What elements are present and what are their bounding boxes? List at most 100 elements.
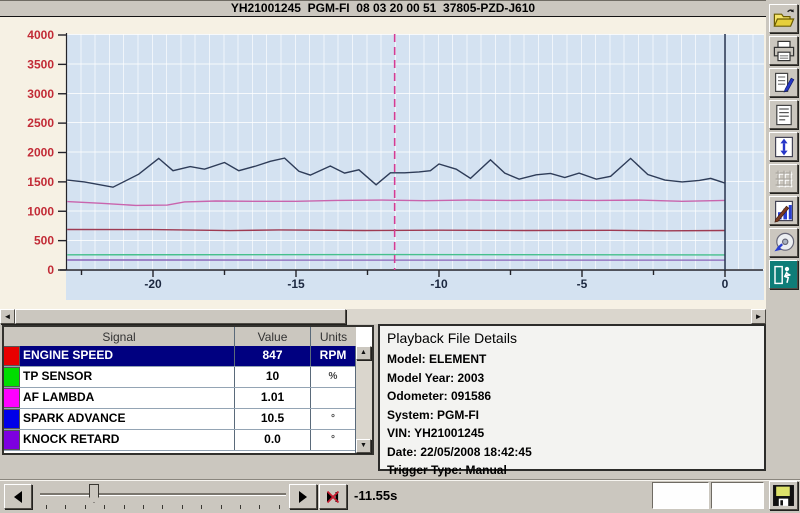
status-cell-2 (711, 482, 764, 509)
step-back-button[interactable] (4, 484, 32, 509)
slider-tick (46, 505, 47, 509)
print-button[interactable] (769, 36, 798, 65)
open-file-button[interactable] (769, 4, 798, 33)
signal-name: KNOCK RETARD (20, 430, 235, 450)
cd-disc-icon (772, 231, 796, 255)
signal-units: % (311, 367, 355, 387)
scroll-right-button[interactable]: ► (751, 309, 766, 324)
print-data-button[interactable] (769, 68, 798, 97)
grid-view-button[interactable] (769, 164, 798, 193)
playback-slider-thumb[interactable] (89, 484, 99, 503)
signal-table: Signal Value Units ENGINE SPEED847RPMTP … (2, 325, 374, 455)
skip-to-end-button[interactable] (319, 484, 347, 509)
signal-units: RPM (311, 346, 355, 366)
title-bar: YH21001245 PGM-FI 08 03 20 00 51 37805-P… (0, 0, 766, 18)
graph-pencil-icon (772, 199, 796, 223)
slider-tick (240, 505, 241, 509)
scroll-left-button[interactable]: ◄ (0, 309, 15, 324)
detail-line: VIN: YH21001245 (387, 424, 764, 443)
header-units: Units (311, 327, 356, 346)
play-button[interactable] (289, 484, 317, 509)
view-report-button[interactable] (769, 100, 798, 129)
svg-text:-5: -5 (577, 277, 588, 291)
chart-canvas: 40003500300025002000150010005000-20-15-1… (0, 17, 766, 309)
signal-name: ENGINE SPEED (20, 346, 235, 366)
vertical-scale-arrows-icon (772, 135, 796, 159)
signal-row-tp-sensor[interactable]: TP SENSOR10% (4, 367, 356, 388)
details-title: Playback File Details (387, 330, 764, 346)
playback-slider-track[interactable] (40, 493, 286, 495)
signal-value: 1.01 (235, 388, 311, 408)
status-cell-1 (652, 482, 709, 509)
data-page-pen-icon (772, 71, 796, 95)
detail-line: System: PGM-FI (387, 406, 764, 425)
slider-tick (221, 505, 222, 509)
slider-tick (65, 505, 66, 509)
save-snapshot-button[interactable] (769, 481, 798, 510)
signal-value: 10 (235, 367, 311, 387)
detail-line: Date: 22/05/2008 18:42:45 (387, 443, 764, 462)
svg-text:500: 500 (34, 234, 54, 248)
signal-color-swatch (4, 430, 20, 450)
skip-end-cancel-icon (324, 488, 342, 506)
slider-tick (143, 505, 144, 509)
svg-text:2500: 2500 (27, 116, 54, 130)
svg-text:3000: 3000 (27, 87, 54, 101)
signal-row-engine-speed[interactable]: ENGINE SPEED847RPM (4, 346, 356, 367)
save-to-disk-button[interactable] (769, 228, 798, 257)
svg-text:-20: -20 (144, 277, 162, 291)
detail-line: Odometer: 091586 (387, 387, 764, 406)
signal-row-af-lambda[interactable]: AF LAMBDA1.01 (4, 388, 356, 409)
detail-line: Model: ELEMENT (387, 350, 764, 369)
signal-name: AF LAMBDA (20, 388, 235, 408)
svg-text:1500: 1500 (27, 175, 54, 189)
grid-icon (772, 167, 796, 191)
floppy-disk-icon (772, 484, 795, 507)
slider-tick (279, 505, 280, 509)
signal-color-swatch (4, 346, 20, 366)
edit-graph-button[interactable] (769, 196, 798, 225)
svg-text:1000: 1000 (27, 204, 54, 218)
report-list-icon (772, 103, 796, 127)
navy-trace (67, 158, 725, 187)
signal-units: ° (311, 409, 355, 429)
table-scroll-up-button[interactable]: ▲ (356, 346, 371, 360)
slider-tick (259, 505, 260, 509)
signal-table-header: Signal Value Units (4, 327, 356, 347)
svg-text:0: 0 (722, 277, 729, 291)
scrollbar-thumb[interactable] (15, 309, 346, 324)
horizontal-scrollbar[interactable]: ◄ ► (0, 309, 766, 324)
back-arrow-icon (10, 489, 26, 505)
toolbar (766, 0, 800, 512)
slider-tick (124, 505, 125, 509)
svg-text:-15: -15 (287, 277, 305, 291)
header-value: Value (235, 327, 311, 346)
detail-line: Trigger Type: Manual (387, 461, 764, 480)
playback-file-details-panel: Playback File Details Model: ELEMENTMode… (378, 324, 766, 471)
slider-tick (182, 505, 183, 509)
slider-tick (162, 505, 163, 509)
signal-units: ° (311, 430, 355, 450)
graph-panel: 40003500300025002000150010005000-20-15-1… (0, 17, 766, 309)
exit-running-person-icon (772, 263, 796, 287)
signal-row-knock-retard[interactable]: KNOCK RETARD0.0° (4, 430, 356, 451)
magenta-trace (67, 200, 725, 205)
header-signal: Signal (4, 327, 235, 346)
table-scroll-down-button[interactable]: ▼ (356, 439, 371, 453)
slider-tick (104, 505, 105, 509)
svg-text:3500: 3500 (27, 57, 54, 71)
signal-color-swatch (4, 388, 20, 408)
signal-color-swatch (4, 409, 20, 429)
scale-signals-button[interactable] (769, 132, 798, 161)
slider-tick (201, 505, 202, 509)
signal-row-spark-advance[interactable]: SPARK ADVANCE10.5° (4, 409, 356, 430)
svg-text:2000: 2000 (27, 146, 54, 160)
playback-control-bar: -11.55s (0, 479, 800, 513)
signal-color-swatch (4, 367, 20, 387)
signal-value: 847 (235, 346, 311, 366)
details-lines: Model: ELEMENTModel Year: 2003Odometer: … (387, 350, 764, 480)
svg-text:0: 0 (47, 263, 54, 277)
signal-name: TP SENSOR (20, 367, 235, 387)
signal-table-scrollbar[interactable]: ▲ ▼ (355, 346, 372, 453)
exit-button[interactable] (769, 260, 798, 289)
